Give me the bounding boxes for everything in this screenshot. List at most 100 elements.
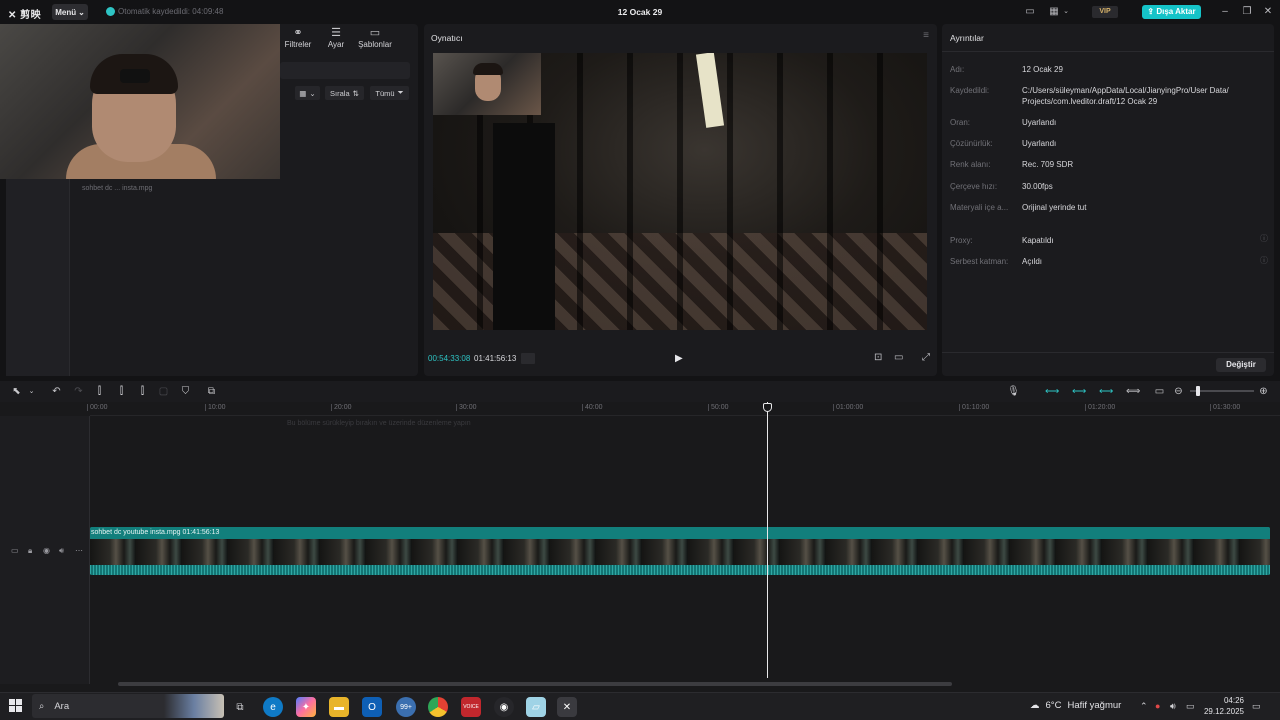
- autosave-text: Otomatik kaydedildi: 04:09:48: [118, 7, 224, 16]
- voicemeeter-icon[interactable]: VOICE: [461, 697, 481, 717]
- tab-templates[interactable]: ▭ Şablonlar: [356, 26, 394, 49]
- details-footer-divider: [942, 352, 1274, 353]
- outlook-icon[interactable]: O: [362, 697, 382, 717]
- more-icon[interactable]: ⋯: [75, 546, 83, 555]
- app-logo: ✕ 剪映: [8, 6, 41, 21]
- tab-filters[interactable]: ⚭ Filtreler: [282, 26, 314, 49]
- weather-widget[interactable]: ☁ 6°C Hafif yağmur: [1030, 700, 1121, 711]
- chrome-icon[interactable]: [428, 697, 448, 717]
- play-button[interactable]: ▶: [675, 353, 683, 364]
- drop-hint-text: Bu bölüme sürükleyip bırakın ve üzerinde…: [287, 420, 471, 427]
- task-view-icon[interactable]: ⧉: [230, 697, 250, 717]
- media-clip-name[interactable]: sohbet dc ... insta.mpg: [82, 185, 152, 192]
- copilot-icon[interactable]: ✦: [296, 697, 316, 717]
- cloud-rain-icon: ☁: [1030, 700, 1040, 711]
- screenshot-icon[interactable]: ⊡: [874, 352, 882, 363]
- layout-icon[interactable]: ▦: [1047, 5, 1061, 19]
- mail-badge: 99+: [400, 703, 412, 711]
- split-icon[interactable]: ⫿: [93, 385, 106, 398]
- taskbar-search[interactable]: ⌕ Ara: [32, 694, 224, 718]
- detail-label: Proxy:: [950, 236, 973, 245]
- info-icon[interactable]: ⓘ: [1260, 233, 1268, 244]
- zoom-in-icon[interactable]: ⊕: [1257, 385, 1270, 398]
- fullscreen-icon[interactable]: ⤢: [922, 352, 930, 363]
- player-menu-icon[interactable]: ≡: [923, 30, 929, 41]
- microphone-icon[interactable]: 🎙: [1007, 385, 1020, 398]
- preview-axis-icon[interactable]: ⟺: [1126, 385, 1140, 398]
- marker-icon[interactable]: ⛉: [179, 385, 192, 398]
- freeze-frame-icon[interactable]: ⧉: [205, 385, 218, 398]
- delete-icon[interactable]: ▢: [157, 385, 170, 398]
- caption-icon[interactable]: ▭: [1153, 385, 1166, 398]
- menu-button[interactable]: Menü ⌄: [52, 4, 88, 20]
- trim-left-icon[interactable]: ⫿: [115, 385, 128, 398]
- detail-value: C:/Users/süleyman/AppData/Local/Jianying…: [1022, 86, 1229, 106]
- ruler-tick: 01:30:00: [1209, 404, 1241, 411]
- zoom-out-icon[interactable]: ⊖: [1172, 385, 1185, 398]
- auto-snap-icon[interactable]: ⟷: [1072, 385, 1086, 398]
- cover-icon[interactable]: ▭: [11, 546, 19, 555]
- playhead-handle[interactable]: [763, 403, 772, 412]
- minimize-icon[interactable]: –: [1218, 5, 1232, 19]
- clock-date: 29.12.2025: [1203, 707, 1244, 716]
- network-icon[interactable]: ▭: [1186, 701, 1195, 712]
- video-clip[interactable]: sohbet dc youtube insta.mpg 01:41:56:13: [90, 527, 1270, 575]
- filter-button[interactable]: Tümü ⏷: [370, 86, 409, 100]
- details-panel: Ayrıntılar Adı: 12 Ocak 29 Kaydedildi: C…: [942, 24, 1274, 376]
- sort-button[interactable]: Sırala ⇅: [325, 86, 364, 100]
- eye-icon[interactable]: ◉: [43, 546, 50, 555]
- search-icon: ⌕: [39, 700, 45, 712]
- export-button[interactable]: ⇪ Dışa Aktar: [1142, 5, 1201, 19]
- speaker-icon[interactable]: 🔊︎: [59, 546, 64, 556]
- notes-app-icon[interactable]: ▱: [526, 697, 546, 717]
- windows-start-icon[interactable]: [9, 699, 22, 712]
- clock-time: 04:26: [1223, 696, 1244, 705]
- lock-icon[interactable]: 🔒︎: [28, 546, 32, 556]
- current-timecode: 00:54:33:08: [428, 354, 471, 363]
- chevron-down-icon: ⌄: [309, 88, 316, 98]
- capcut-taskbar-icon[interactable]: ✕: [557, 697, 577, 717]
- timecode-mode-icon[interactable]: [521, 353, 535, 364]
- view-toggle-button[interactable]: ▦ ⌄: [295, 86, 320, 100]
- timeline-toolbar: [0, 381, 1280, 402]
- system-clock[interactable]: 04:26 29.12.2025: [1199, 695, 1244, 717]
- media-search-bar[interactable]: [280, 62, 410, 79]
- file-explorer-icon[interactable]: ▬: [329, 697, 349, 717]
- main-track-magnet-icon[interactable]: ⟷: [1045, 385, 1059, 398]
- restore-icon[interactable]: ❐: [1240, 5, 1254, 19]
- detail-label: Renk alanı:: [950, 160, 991, 169]
- player-title: Oynatıcı: [431, 33, 463, 43]
- logo-text: 剪映: [20, 10, 42, 21]
- select-dropdown-icon[interactable]: ⌄: [25, 385, 38, 398]
- obs-icon[interactable]: ◉: [494, 697, 514, 717]
- ruler-tick: 50:00: [708, 404, 729, 411]
- trim-right-icon[interactable]: ⫿: [136, 385, 149, 398]
- layout-dropdown-icon[interactable]: ⌄: [1062, 5, 1070, 19]
- monitor-icon[interactable]: ▭: [1023, 5, 1037, 19]
- undo-icon[interactable]: ↶: [50, 385, 63, 398]
- clip-waveform: [90, 565, 1270, 575]
- info-icon[interactable]: ⓘ: [1260, 255, 1268, 266]
- playhead[interactable]: [767, 402, 768, 678]
- tab-adjust[interactable]: ☰ Ayar: [320, 26, 352, 49]
- mail-icon[interactable]: 99+: [396, 697, 416, 717]
- aspect-ratio-icon[interactable]: ▭: [894, 352, 903, 363]
- templates-icon: ▭: [369, 27, 381, 39]
- detail-value: 12 Ocak 29: [1022, 65, 1063, 74]
- media-sidebar: [6, 179, 70, 376]
- chevron-up-icon[interactable]: ⌃: [1140, 701, 1148, 712]
- change-button[interactable]: Değiştir: [1216, 358, 1266, 372]
- webcam-overlay: [0, 24, 280, 179]
- linkage-icon[interactable]: ⟷: [1099, 385, 1113, 398]
- select-tool-icon[interactable]: ⬉: [10, 385, 23, 398]
- notifications-icon[interactable]: ▭: [1252, 701, 1261, 712]
- detail-label: Serbest katman:: [950, 257, 1009, 266]
- volume-icon[interactable]: 🔊︎: [1170, 701, 1176, 712]
- close-icon[interactable]: ✕: [1261, 5, 1275, 19]
- edge-icon[interactable]: e: [263, 697, 283, 717]
- vip-badge[interactable]: VIP: [1092, 6, 1118, 18]
- antivirus-icon[interactable]: ●: [1155, 701, 1160, 711]
- redo-icon[interactable]: ↷: [72, 385, 85, 398]
- zoom-slider-handle[interactable]: [1196, 386, 1200, 396]
- timeline-scrollbar[interactable]: [118, 682, 952, 686]
